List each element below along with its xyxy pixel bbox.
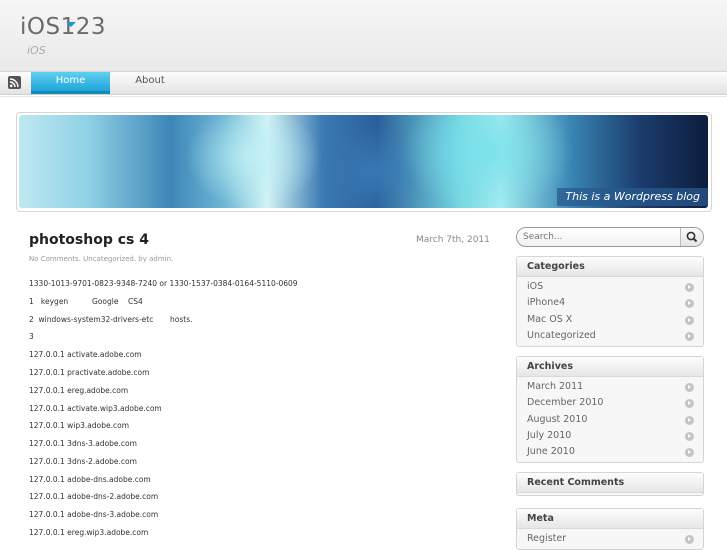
post-line: 127.0.0.1 wip3.adobe.com — [29, 421, 130, 430]
post-line: 3 — [29, 332, 34, 341]
widget-title: Recent Comments — [517, 473, 703, 493]
category-item[interactable]: iOS — [517, 279, 703, 295]
nav-bar: Home About — [0, 71, 727, 95]
site-header: iOS123 iOS — [0, 0, 727, 72]
arrow-right-icon — [685, 283, 694, 292]
archive-item[interactable]: July 2010 — [517, 428, 703, 444]
active-nav-pointer — [66, 22, 76, 27]
category-item[interactable]: Uncategorized — [517, 328, 703, 344]
post-line: 2 windows-system32-drivers-etc hosts. — [29, 315, 193, 324]
category-item[interactable]: iPhone4 — [517, 295, 703, 311]
archive-item[interactable]: March 2011 — [517, 379, 703, 395]
post-line: 127.0.0.1 ereg.adobe.com — [29, 386, 129, 395]
site-title[interactable]: iOS123 — [20, 14, 106, 40]
search-input[interactable] — [523, 230, 673, 243]
post-line: 127.0.0.1 ereg.wip3.adobe.com — [29, 528, 149, 537]
archives-widget: Archives March 2011 December 2010 August… — [516, 356, 704, 464]
post-line: 127.0.0.1 3dns-2.adobe.com — [29, 457, 137, 466]
nav-item-about[interactable]: About — [110, 72, 190, 94]
post-line: 127.0.0.1 3dns-3.adobe.com — [29, 439, 137, 448]
banner-caption: This is a Wordpress blog — [557, 188, 708, 206]
post-line: 127.0.0.1 adobe-dns-2.adobe.com — [29, 492, 159, 501]
arrow-right-icon — [685, 299, 694, 309]
magnifier-icon — [686, 231, 698, 243]
widget-title: Categories — [517, 257, 703, 277]
post-line: 1 keygen Google CS4 — [29, 297, 143, 306]
nav-item-home[interactable]: Home — [31, 72, 110, 94]
arrow-right-icon — [685, 331, 694, 341]
site-tagline: iOS — [27, 44, 46, 57]
widget-title: Archives — [517, 357, 703, 377]
post-line: 127.0.0.1 activate.wip3.adobe.com — [29, 404, 162, 413]
search-box — [516, 227, 704, 247]
arrow-right-icon — [685, 431, 694, 441]
arrow-right-icon — [685, 383, 694, 392]
post-date: March 7th, 2011 — [416, 235, 490, 245]
archive-item[interactable]: June 2010 — [517, 444, 703, 460]
arrow-right-icon — [685, 448, 694, 458]
post-title[interactable]: photoshop cs 4 — [29, 232, 149, 248]
recent-comments-widget: Recent Comments — [516, 472, 704, 496]
archive-item[interactable]: December 2010 — [517, 395, 703, 411]
post-line: 127.0.0.1 practivate.adobe.com — [29, 368, 150, 377]
widget-title: Meta — [517, 509, 703, 529]
post-line: 127.0.0.1 adobe-dns-3.adobe.com — [29, 510, 159, 519]
categories-widget: Categories iOS iPhone4 Mac OS X Uncatego… — [516, 256, 704, 348]
archive-item[interactable]: August 2010 — [517, 412, 703, 428]
divider — [0, 96, 727, 97]
arrow-right-icon — [685, 399, 694, 409]
post-meta: No Comments. Uncategorized. by admin. — [29, 255, 174, 263]
post-line: 127.0.0.1 adobe-dns.adobe.com — [29, 475, 151, 484]
arrow-right-icon — [685, 415, 694, 425]
category-item[interactable]: Mac OS X — [517, 312, 703, 328]
post-line: 127.0.0.1 activate.adobe.com — [29, 350, 142, 359]
post-line: 1330-1013-9701-0823-9348-7240 or 1330-15… — [29, 279, 298, 288]
arrow-right-icon — [685, 315, 694, 325]
search-button[interactable] — [680, 228, 703, 246]
arrow-right-icon — [685, 535, 694, 544]
meta-widget: Meta Register — [516, 508, 704, 550]
header-banner-image: This is a Wordpress blog — [19, 115, 708, 208]
rss-icon[interactable] — [8, 76, 21, 89]
